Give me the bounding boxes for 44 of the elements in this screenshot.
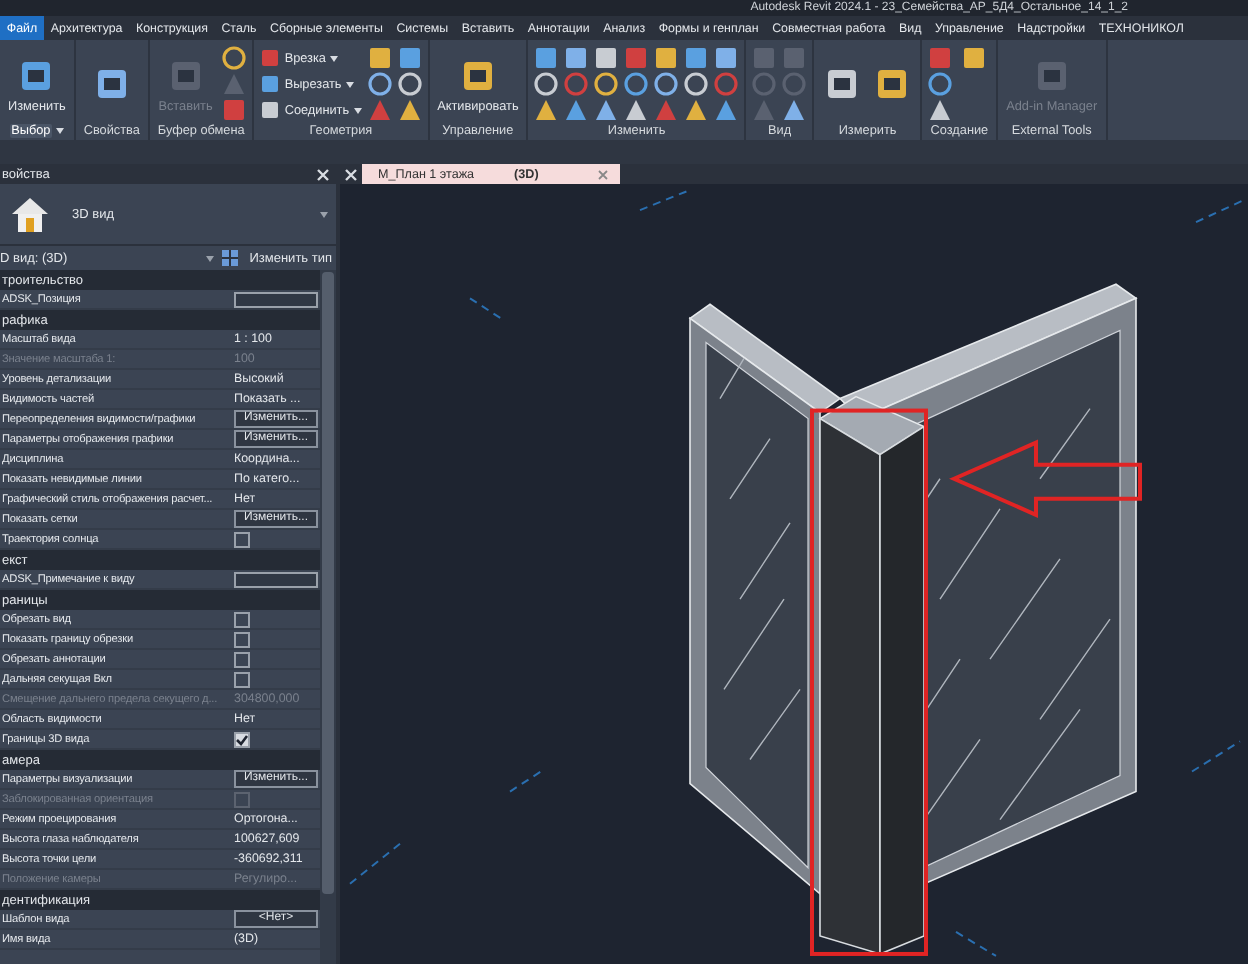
tool-icon[interactable]	[367, 72, 392, 96]
tool-icon[interactable]	[594, 46, 619, 70]
tool-icon[interactable]	[397, 46, 422, 70]
caret-icon[interactable]	[56, 128, 65, 134]
tool-icon[interactable]	[534, 46, 559, 70]
tool-icon[interactable]	[928, 72, 953, 96]
checkbox[interactable]	[234, 631, 250, 647]
grid-icon	[221, 250, 238, 266]
tool-icon[interactable]	[684, 46, 709, 70]
tool-icon	[260, 48, 281, 68]
tool-icon[interactable]	[654, 46, 679, 70]
tool-icon[interactable]	[654, 72, 679, 96]
input-field[interactable]	[234, 571, 318, 587]
tool-icon[interactable]	[564, 98, 589, 122]
tool-icon[interactable]	[624, 98, 649, 122]
tool-icon[interactable]	[962, 46, 987, 70]
tool-icon[interactable]	[221, 46, 246, 70]
tool-icon	[260, 100, 281, 120]
checkbox[interactable]	[234, 611, 250, 627]
caret-icon[interactable]	[345, 81, 354, 87]
tool-icon[interactable]	[714, 46, 739, 70]
tool-icon[interactable]	[397, 98, 422, 122]
input-field[interactable]	[234, 291, 318, 307]
tool-icon[interactable]	[714, 98, 739, 122]
tool-icon[interactable]	[684, 98, 709, 122]
checkbox[interactable]	[234, 731, 250, 747]
house-icon	[8, 192, 52, 236]
caret-icon[interactable]	[329, 55, 338, 61]
caret-icon[interactable]	[205, 255, 214, 261]
tool-icon	[260, 74, 281, 94]
checkbox[interactable]	[234, 671, 250, 687]
tool-icon[interactable]	[782, 98, 807, 122]
tool-icon[interactable]	[367, 46, 392, 70]
checkbox[interactable]	[234, 651, 250, 667]
tool-icon[interactable]	[624, 72, 649, 96]
checkbox[interactable]	[234, 531, 250, 547]
tool-icon[interactable]	[928, 98, 953, 122]
tool-icon[interactable]	[564, 46, 589, 70]
tool-icon[interactable]	[594, 98, 619, 122]
tool-icon[interactable]	[534, 98, 559, 122]
scrollbar[interactable]	[320, 270, 336, 964]
caret-icon[interactable]	[320, 211, 328, 217]
caret-icon[interactable]	[353, 107, 362, 113]
tool-icon[interactable]	[594, 72, 619, 96]
